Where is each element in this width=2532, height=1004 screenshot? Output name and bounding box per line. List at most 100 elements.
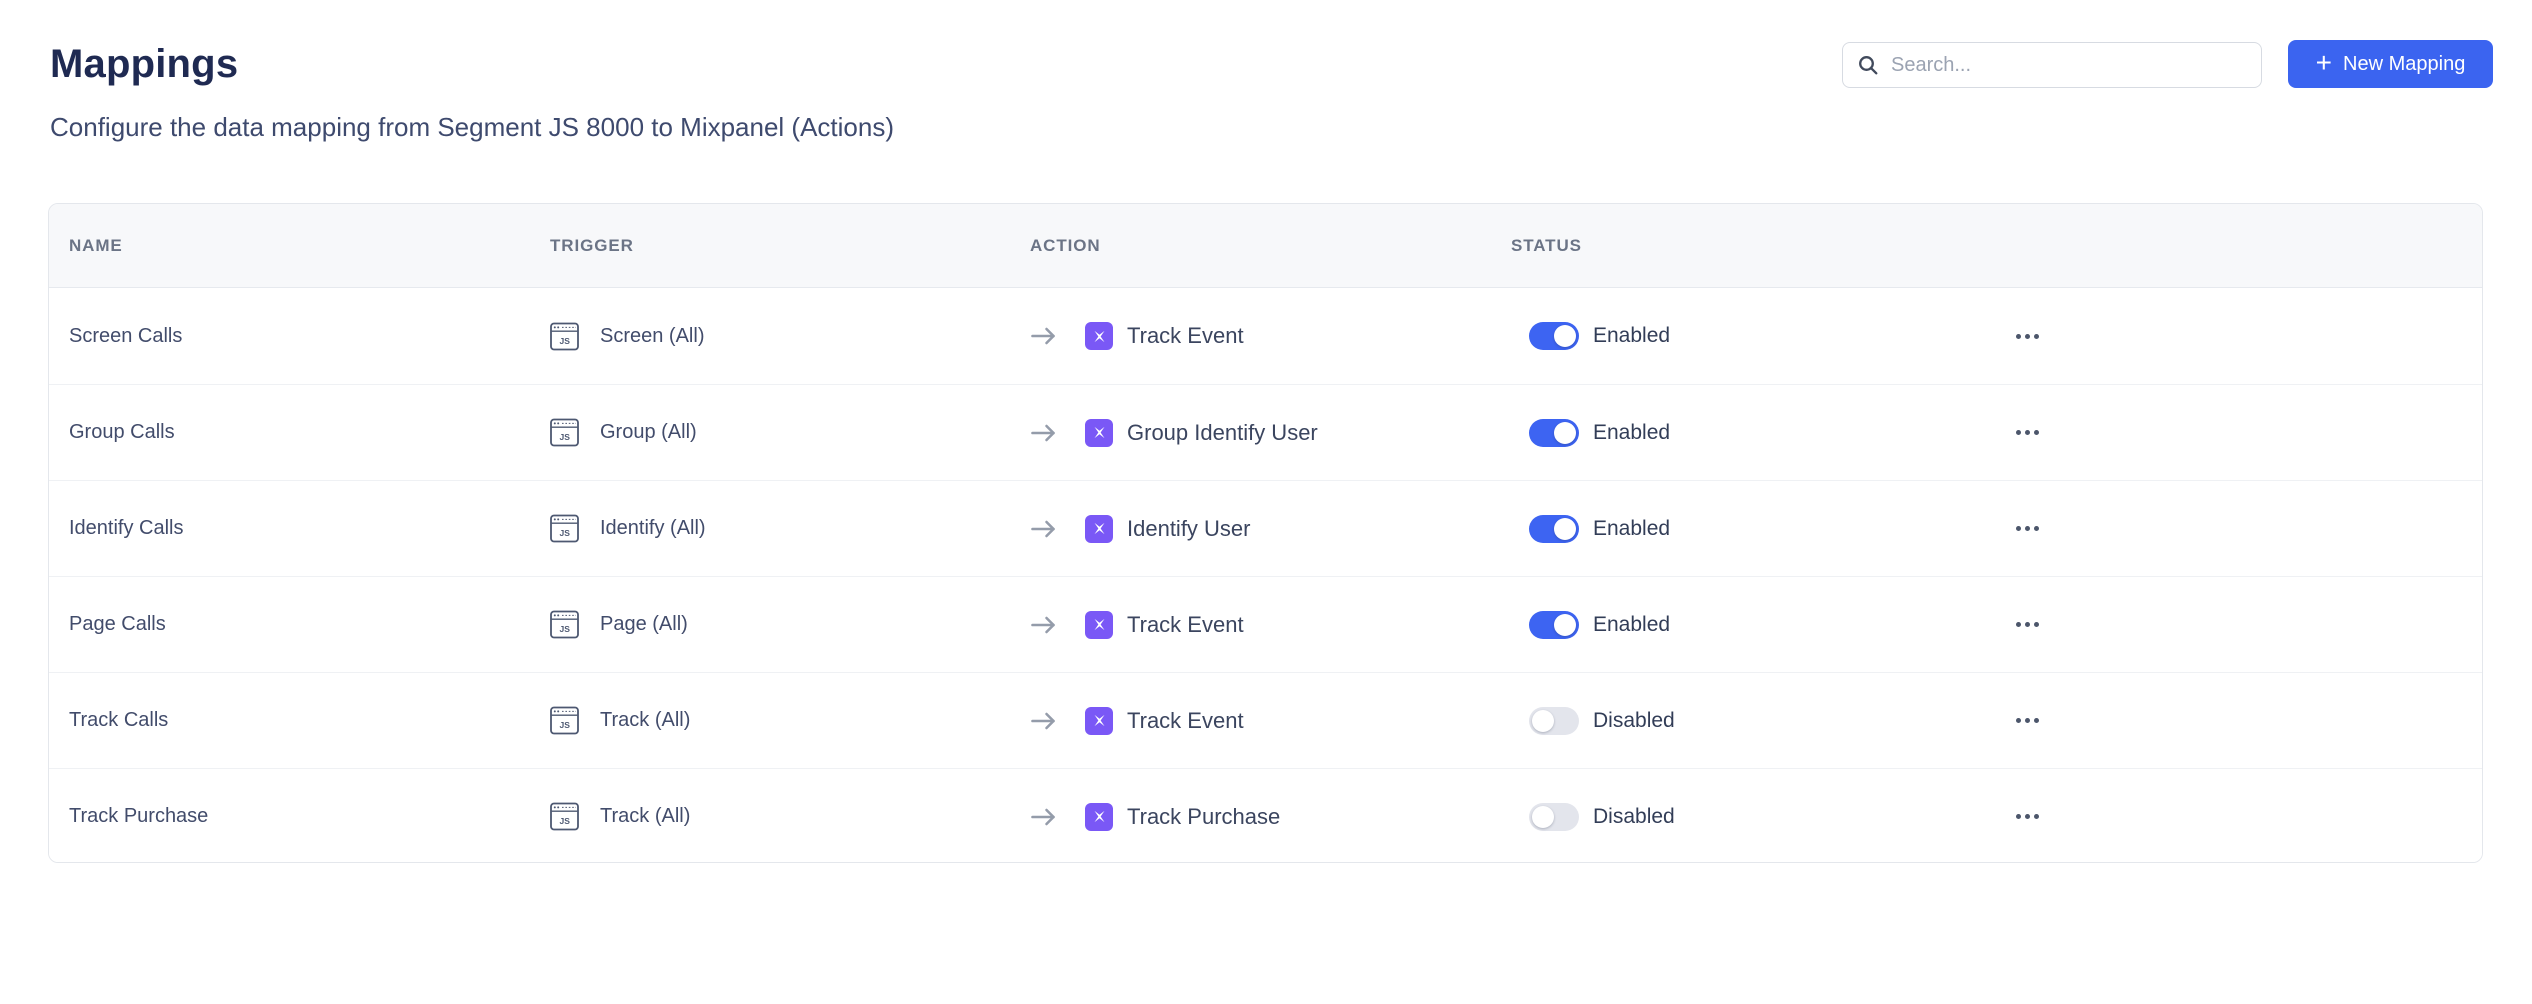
svg-text:JS: JS bbox=[560, 624, 571, 634]
trigger-label: Identify (All) bbox=[600, 517, 706, 540]
svg-text:JS: JS bbox=[560, 335, 571, 345]
status-toggle[interactable] bbox=[1529, 322, 1579, 350]
table-header-row: NAME TRIGGER ACTION STATUS bbox=[49, 204, 2482, 288]
status-label: Enabled bbox=[1593, 613, 1670, 637]
mixpanel-icon bbox=[1085, 611, 1113, 639]
row-menu-button[interactable] bbox=[2014, 808, 2041, 825]
trigger-label: Group (All) bbox=[600, 421, 697, 444]
ellipsis-icon bbox=[2016, 718, 2021, 723]
mapping-action: Track Event bbox=[1030, 322, 1511, 350]
mapping-action: Track Event bbox=[1030, 611, 1511, 639]
row-menu-cell bbox=[1992, 616, 2462, 633]
row-menu-cell bbox=[1992, 712, 2462, 729]
js-source-icon: JS bbox=[550, 610, 579, 639]
search-input[interactable] bbox=[1891, 54, 2247, 77]
status-toggle[interactable] bbox=[1529, 515, 1579, 543]
svg-text:JS: JS bbox=[560, 528, 571, 538]
action-label: Track Event bbox=[1127, 612, 1244, 638]
svg-text:JS: JS bbox=[560, 432, 571, 442]
js-source-icon: JS bbox=[550, 418, 579, 447]
js-source-icon: JS bbox=[550, 322, 579, 351]
arrow-right-icon bbox=[1030, 710, 1058, 732]
page-subtitle: Configure the data mapping from Segment … bbox=[50, 112, 894, 143]
column-header-name: NAME bbox=[69, 236, 550, 256]
status-label: Disabled bbox=[1593, 805, 1675, 829]
status-label: Enabled bbox=[1593, 324, 1670, 348]
mapping-name: Track Calls bbox=[69, 709, 550, 732]
mixpanel-icon bbox=[1085, 515, 1113, 543]
row-menu-button[interactable] bbox=[2014, 424, 2041, 441]
search-box[interactable] bbox=[1842, 42, 2262, 88]
mapping-name: Screen Calls bbox=[69, 325, 550, 348]
trigger-label: Screen (All) bbox=[600, 325, 704, 348]
action-label: Track Event bbox=[1127, 708, 1244, 734]
js-source-icon: JS bbox=[550, 802, 579, 831]
page-title: Mappings bbox=[50, 42, 238, 87]
new-mapping-button[interactable]: + New Mapping bbox=[2288, 40, 2493, 88]
mapping-status: Disabled bbox=[1511, 707, 1992, 735]
arrow-right-icon bbox=[1030, 806, 1058, 828]
arrow-right-icon bbox=[1030, 518, 1058, 540]
mapping-name: Group Calls bbox=[69, 421, 550, 444]
mapping-action: Track Purchase bbox=[1030, 803, 1511, 831]
row-menu-button[interactable] bbox=[2014, 712, 2041, 729]
status-toggle[interactable] bbox=[1529, 803, 1579, 831]
row-menu-button[interactable] bbox=[2014, 520, 2041, 537]
mapping-status: Enabled bbox=[1511, 515, 1992, 543]
mapping-action: Group Identify User bbox=[1030, 419, 1511, 447]
row-menu-button[interactable] bbox=[2014, 616, 2041, 633]
row-menu-cell bbox=[1992, 328, 2462, 345]
row-menu-cell bbox=[1992, 808, 2462, 825]
ellipsis-icon bbox=[2016, 526, 2021, 531]
mixpanel-icon bbox=[1085, 322, 1113, 350]
column-header-trigger: TRIGGER bbox=[550, 236, 1030, 256]
mixpanel-icon bbox=[1085, 419, 1113, 447]
mapping-status: Enabled bbox=[1511, 322, 1992, 350]
status-label: Enabled bbox=[1593, 421, 1670, 445]
action-label: Track Purchase bbox=[1127, 804, 1280, 830]
trigger-label: Track (All) bbox=[600, 709, 690, 732]
mapping-action: Identify User bbox=[1030, 515, 1511, 543]
mapping-name: Identify Calls bbox=[69, 517, 550, 540]
toggle-knob bbox=[1554, 325, 1576, 347]
mapping-trigger: JS Page (All) bbox=[550, 610, 1030, 639]
action-label: Group Identify User bbox=[1127, 420, 1318, 446]
new-mapping-label: New Mapping bbox=[2343, 53, 2465, 76]
mappings-table: NAME TRIGGER ACTION STATUS Screen Calls … bbox=[48, 203, 2483, 863]
row-menu-cell bbox=[1992, 520, 2462, 537]
status-toggle[interactable] bbox=[1529, 707, 1579, 735]
toggle-knob bbox=[1532, 806, 1554, 828]
mixpanel-icon bbox=[1085, 707, 1113, 735]
table-row: Identify Calls JS Identify (All) bbox=[49, 480, 2482, 576]
toggle-knob bbox=[1532, 710, 1554, 732]
mapping-trigger: JS Track (All) bbox=[550, 802, 1030, 831]
mapping-trigger: JS Group (All) bbox=[550, 418, 1030, 447]
ellipsis-icon bbox=[2016, 430, 2021, 435]
js-source-icon: JS bbox=[550, 706, 579, 735]
status-toggle[interactable] bbox=[1529, 611, 1579, 639]
status-toggle[interactable] bbox=[1529, 419, 1579, 447]
mapping-status: Enabled bbox=[1511, 611, 1992, 639]
mapping-action: Track Event bbox=[1030, 707, 1511, 735]
ellipsis-icon bbox=[2016, 814, 2021, 819]
arrow-right-icon bbox=[1030, 614, 1058, 636]
arrow-right-icon bbox=[1030, 325, 1058, 347]
ellipsis-icon bbox=[2016, 622, 2021, 627]
table-row: Track Calls JS Track (All) Tr bbox=[49, 672, 2482, 768]
column-header-status: STATUS bbox=[1511, 236, 1992, 256]
row-menu-button[interactable] bbox=[2014, 328, 2041, 345]
status-label: Disabled bbox=[1593, 709, 1675, 733]
toggle-knob bbox=[1554, 422, 1576, 444]
mapping-status: Enabled bbox=[1511, 419, 1992, 447]
table-row: Track Purchase JS Track (All) bbox=[49, 768, 2482, 863]
column-header-action: ACTION bbox=[1030, 236, 1511, 256]
js-source-icon: JS bbox=[550, 514, 579, 543]
action-label: Identify User bbox=[1127, 516, 1251, 542]
table-row: Group Calls JS Group (All) Gr bbox=[49, 384, 2482, 480]
table-row: Screen Calls JS Screen (All) bbox=[49, 288, 2482, 384]
action-label: Track Event bbox=[1127, 323, 1244, 349]
mixpanel-icon bbox=[1085, 803, 1113, 831]
status-label: Enabled bbox=[1593, 517, 1670, 541]
mapping-status: Disabled bbox=[1511, 803, 1992, 831]
svg-text:JS: JS bbox=[560, 816, 571, 826]
